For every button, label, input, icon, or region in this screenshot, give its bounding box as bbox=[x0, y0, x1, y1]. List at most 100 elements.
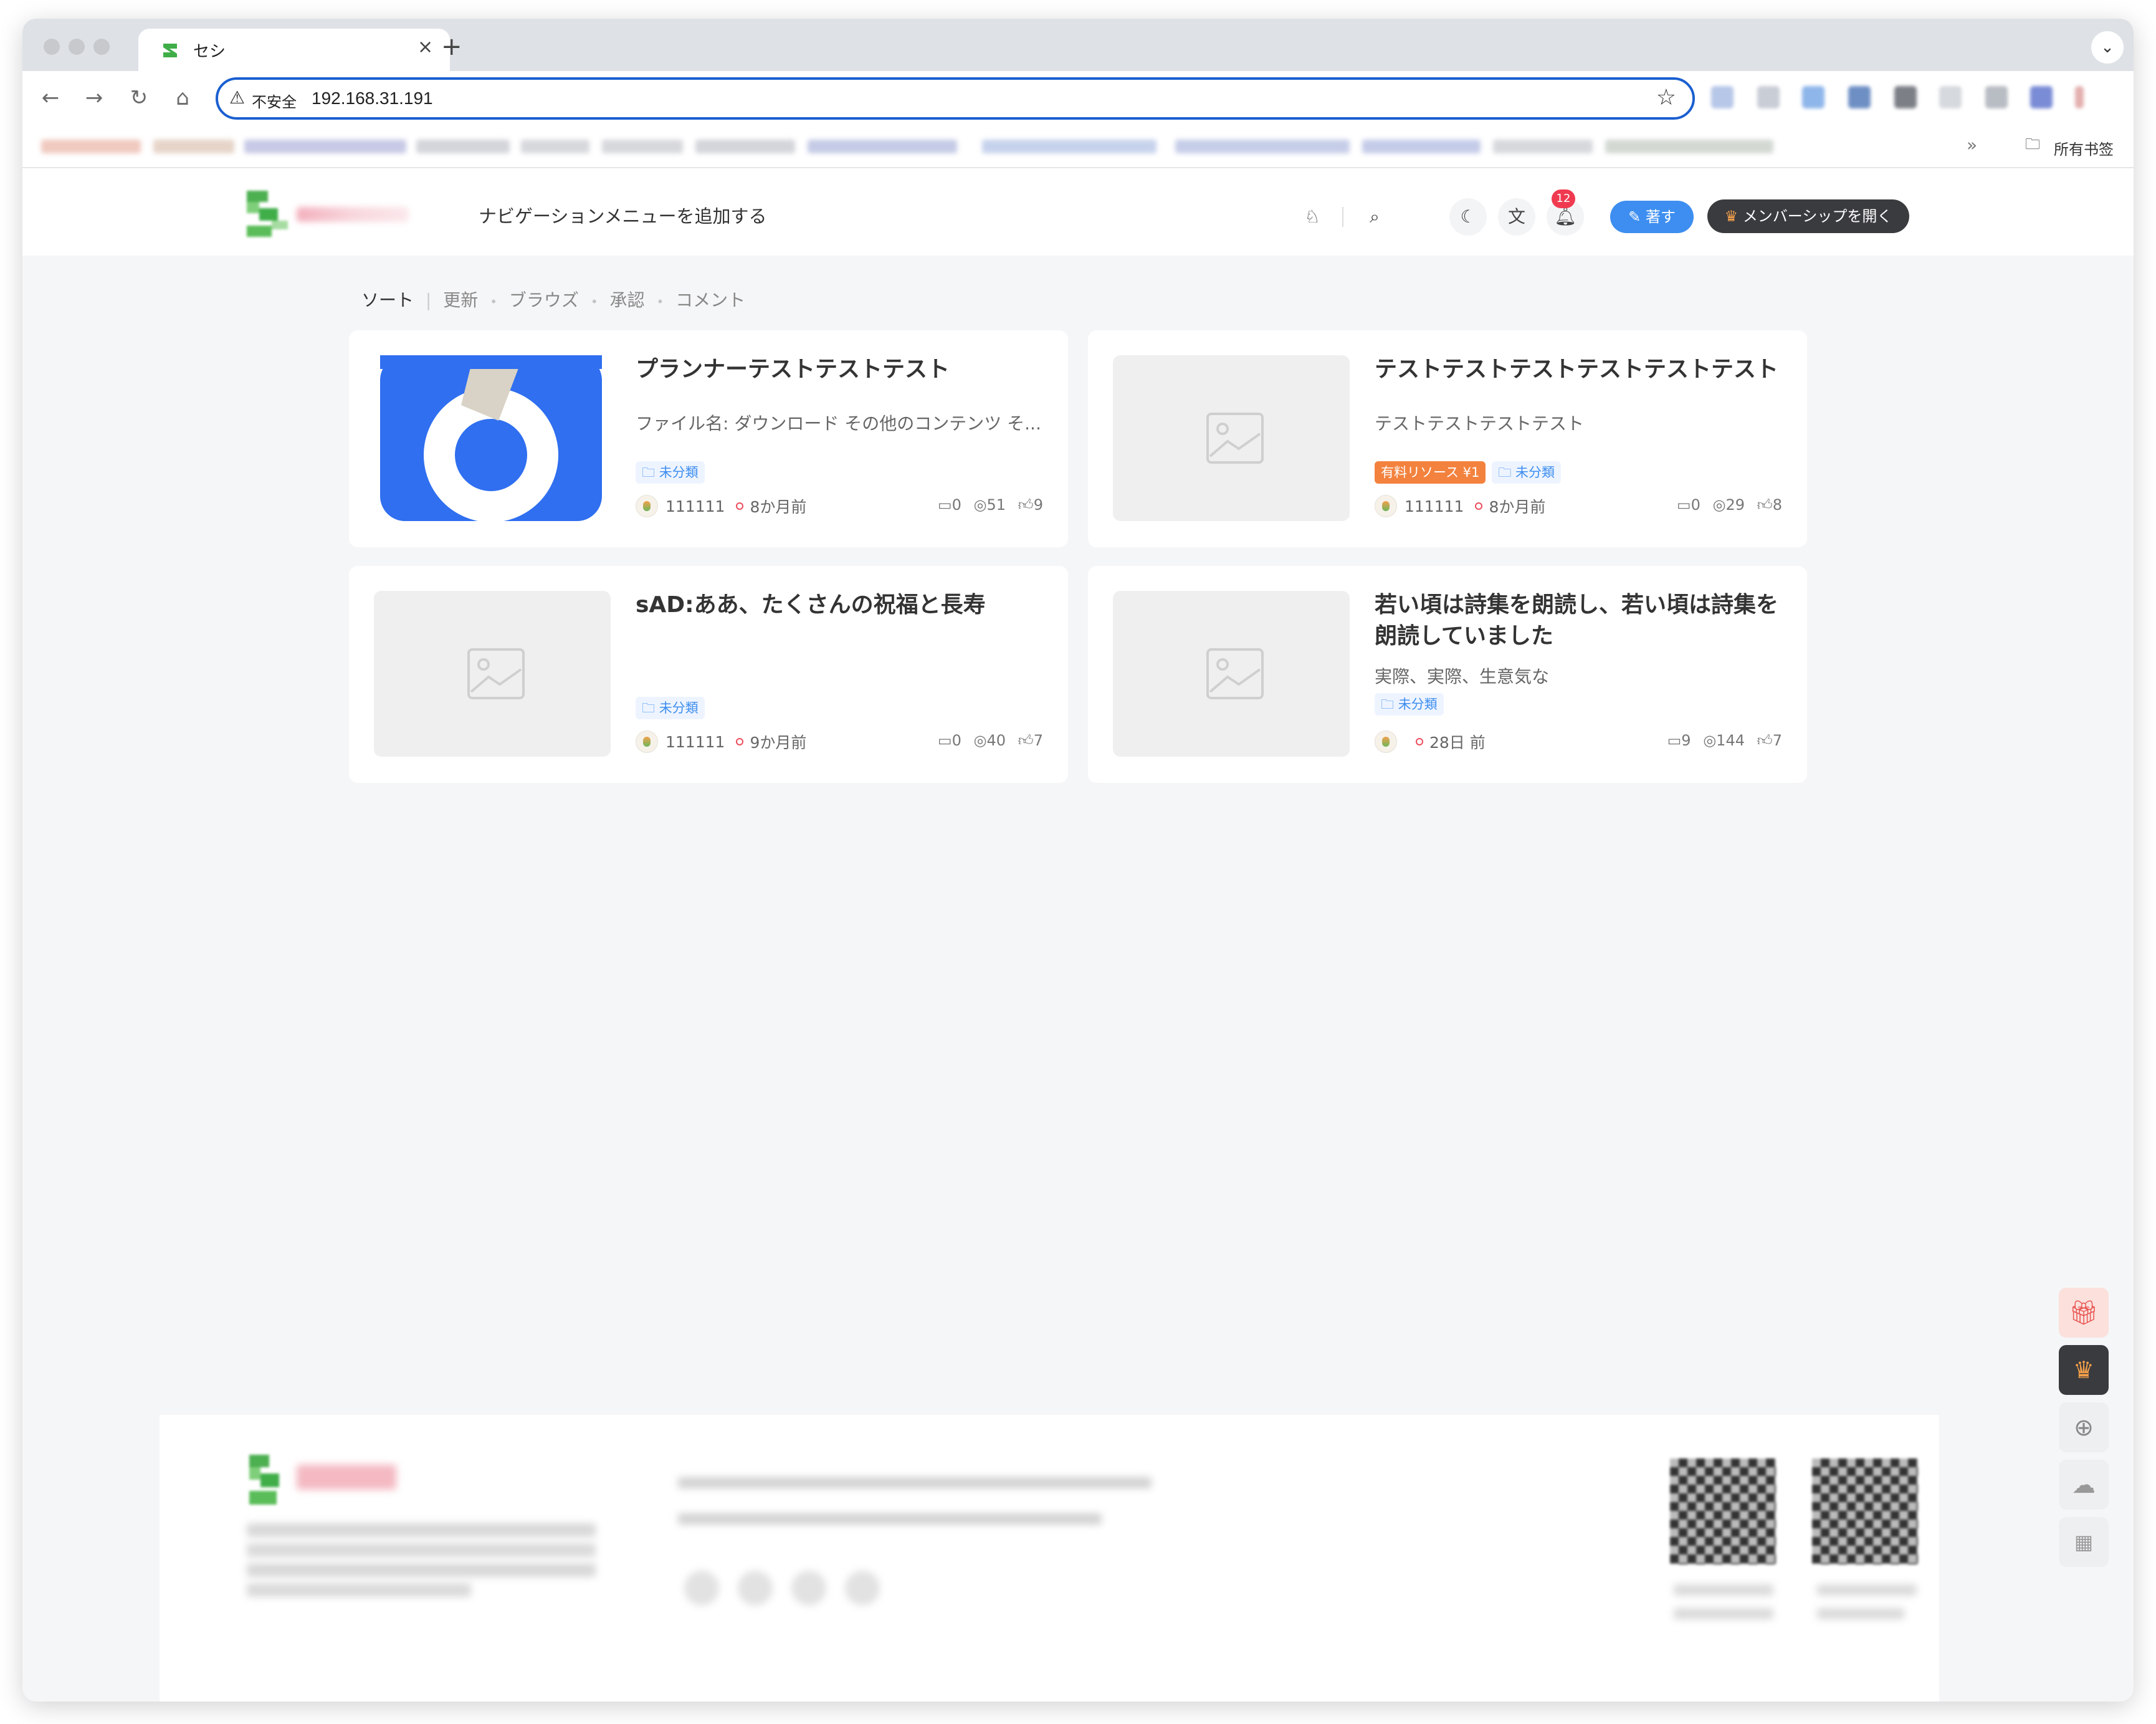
extension-icon[interactable] bbox=[1894, 86, 1917, 108]
view-icon: ◎ bbox=[973, 732, 986, 749]
forward-icon[interactable]: → bbox=[79, 82, 110, 113]
post-card[interactable]: sAD:ああ、たくさんの祝福と長寿 🗀 未分類 111111 9か月前 ▭0 ◎… bbox=[349, 566, 1068, 783]
site-name[interactable] bbox=[297, 207, 409, 222]
like-icon: 👍︎ bbox=[1018, 496, 1034, 514]
home-icon[interactable]: ⌂ bbox=[167, 82, 198, 113]
minimize-window-button[interactable] bbox=[69, 39, 85, 55]
extension-icon[interactable] bbox=[1848, 86, 1871, 108]
close-window-button[interactable] bbox=[44, 39, 60, 55]
bookmark-item[interactable] bbox=[41, 140, 141, 153]
all-bookmarks-folder[interactable]: 所有书签 bbox=[2054, 137, 2114, 159]
post-meta: 111111 9か月前 bbox=[636, 730, 806, 753]
post-author[interactable]: 111111 bbox=[1405, 497, 1464, 515]
gift-icon[interactable]: 🎁︎ bbox=[2059, 1288, 2109, 1338]
bookmark-item[interactable] bbox=[1362, 140, 1481, 153]
time-dot-icon bbox=[1416, 738, 1423, 745]
tab-close-icon[interactable]: × bbox=[417, 36, 433, 58]
address-bar[interactable]: ⚠ 不安全 192.168.31.191 ☆ bbox=[216, 77, 1695, 120]
post-title[interactable]: テストテストテストテストテストテスト bbox=[1375, 354, 1786, 385]
dark-mode-icon[interactable]: ☾ bbox=[1449, 198, 1487, 236]
extension-icon[interactable] bbox=[1711, 86, 1734, 108]
avatar[interactable] bbox=[1375, 730, 1397, 753]
social-icon[interactable] bbox=[738, 1571, 773, 1606]
post-title[interactable]: 若い頃は詩集を朗読し、若い頃は詩集を朗読していました bbox=[1375, 590, 1786, 652]
post-thumbnail[interactable] bbox=[380, 355, 602, 521]
comment-icon: ▭ bbox=[938, 496, 952, 514]
post-author[interactable]: 111111 bbox=[665, 733, 725, 751]
extension-icon[interactable] bbox=[2030, 86, 2053, 108]
nav-menu-placeholder[interactable]: ナビゲーションメニューを追加する bbox=[479, 202, 767, 228]
footer-links[interactable] bbox=[678, 1477, 1152, 1488]
back-icon[interactable]: ← bbox=[35, 82, 66, 113]
bookmark-item[interactable] bbox=[1175, 140, 1350, 153]
write-post-button[interactable]: ✎ 著す bbox=[1610, 201, 1694, 233]
translate-icon[interactable]: 文 bbox=[1498, 198, 1535, 236]
security-label[interactable]: 不安全 bbox=[252, 90, 297, 112]
social-icon[interactable] bbox=[684, 1571, 719, 1606]
badge-icon[interactable]: ♘ bbox=[1294, 198, 1331, 236]
tab-search-button[interactable]: ⌄ bbox=[2091, 31, 2124, 64]
category-tag[interactable]: 🗀 未分類 bbox=[636, 461, 705, 484]
post-title[interactable]: sAD:ああ、たくさんの祝福と長寿 bbox=[636, 590, 1047, 621]
bookmark-item[interactable] bbox=[1493, 140, 1593, 153]
extension-icon[interactable] bbox=[2075, 86, 2084, 108]
paid-resource-tag[interactable]: 有料リソース ¥1 bbox=[1375, 461, 1486, 484]
site-logo-icon[interactable] bbox=[247, 191, 288, 237]
browser-tab[interactable]: セシ × bbox=[138, 29, 450, 72]
url-text[interactable]: 192.168.31.191 bbox=[312, 89, 433, 108]
extension-icon[interactable] bbox=[1757, 86, 1780, 108]
open-membership-button[interactable]: ♛ メンバーシップを開く bbox=[1707, 199, 1909, 233]
bookmark-star-icon[interactable]: ☆ bbox=[1656, 85, 1676, 110]
bookmark-item[interactable] bbox=[153, 140, 234, 153]
maximize-window-button[interactable] bbox=[93, 39, 110, 55]
sort-option-update[interactable]: 更新 bbox=[443, 290, 478, 310]
social-icon[interactable] bbox=[791, 1571, 826, 1606]
bookmark-item[interactable] bbox=[602, 140, 683, 153]
warning-icon: ⚠ bbox=[229, 87, 245, 108]
category-tag[interactable]: 🗀 未分類 bbox=[1375, 693, 1444, 716]
post-excerpt: ファイル名: ダウンロード その他のコンテンツ そ... bbox=[636, 410, 1047, 435]
sort-option-approval[interactable]: 承認 bbox=[610, 290, 645, 310]
sort-option-comments[interactable]: コメント bbox=[675, 290, 745, 310]
comment-count: 9 bbox=[1681, 732, 1691, 749]
image-placeholder-icon bbox=[1206, 413, 1264, 464]
avatar[interactable] bbox=[636, 730, 658, 753]
social-icon[interactable] bbox=[845, 1571, 880, 1606]
bookmark-item[interactable] bbox=[695, 140, 795, 153]
tab-title: セシ bbox=[193, 39, 226, 62]
bookmarks-overflow-icon[interactable]: » bbox=[1967, 135, 1977, 155]
extension-icon[interactable] bbox=[1939, 86, 1962, 108]
qr-code-icon[interactable]: ▦ bbox=[2059, 1517, 2109, 1567]
wechat-icon[interactable]: ☁ bbox=[2059, 1460, 2109, 1510]
avatar[interactable] bbox=[1375, 495, 1397, 517]
post-title[interactable]: プランナーテストテストテスト bbox=[636, 354, 1047, 385]
sort-option-browse[interactable]: ブラウズ bbox=[509, 290, 579, 310]
footer-links[interactable] bbox=[678, 1513, 1102, 1525]
bookmark-item[interactable] bbox=[416, 140, 510, 153]
post-thumbnail[interactable] bbox=[1113, 591, 1350, 757]
category-tag[interactable]: 🗀 未分類 bbox=[1492, 461, 1561, 484]
bookmark-item[interactable] bbox=[982, 140, 1157, 153]
add-circle-icon[interactable]: ⊕ bbox=[2059, 1402, 2109, 1452]
post-card[interactable]: テストテストテストテストテストテスト テストテストテストテスト 有料リソース ¥… bbox=[1088, 330, 1807, 547]
post-thumbnail[interactable] bbox=[374, 591, 611, 757]
bookmark-item[interactable] bbox=[808, 140, 957, 153]
time-dot-icon bbox=[1475, 502, 1482, 510]
extension-icon[interactable] bbox=[1985, 86, 2008, 108]
crown-icon[interactable]: ♛ bbox=[2059, 1345, 2109, 1395]
new-tab-button[interactable]: + bbox=[441, 32, 462, 61]
category-tag[interactable]: 🗀 未分類 bbox=[636, 697, 705, 719]
extension-icon[interactable] bbox=[1802, 86, 1824, 108]
search-icon[interactable]: ⌕ bbox=[1356, 198, 1393, 236]
bookmark-item[interactable] bbox=[1605, 140, 1773, 153]
bookmark-item[interactable] bbox=[521, 140, 589, 153]
post-thumbnail[interactable] bbox=[1113, 355, 1350, 521]
post-card[interactable]: プランナーテストテストテスト ファイル名: ダウンロード その他のコンテンツ そ… bbox=[349, 330, 1068, 547]
post-author[interactable]: 111111 bbox=[665, 497, 725, 515]
post-meta: 111111 8か月前 bbox=[1375, 495, 1545, 517]
reload-icon[interactable]: ↻ bbox=[123, 82, 155, 113]
sort-bar: ソート | 更新 • ブラウズ • 承認 • コメント bbox=[361, 287, 751, 312]
avatar[interactable] bbox=[636, 495, 658, 517]
post-card[interactable]: 若い頃は詩集を朗読し、若い頃は詩集を朗読していました 実際、実際、生意気な 🗀 … bbox=[1088, 566, 1807, 783]
bookmark-item[interactable] bbox=[244, 140, 406, 153]
